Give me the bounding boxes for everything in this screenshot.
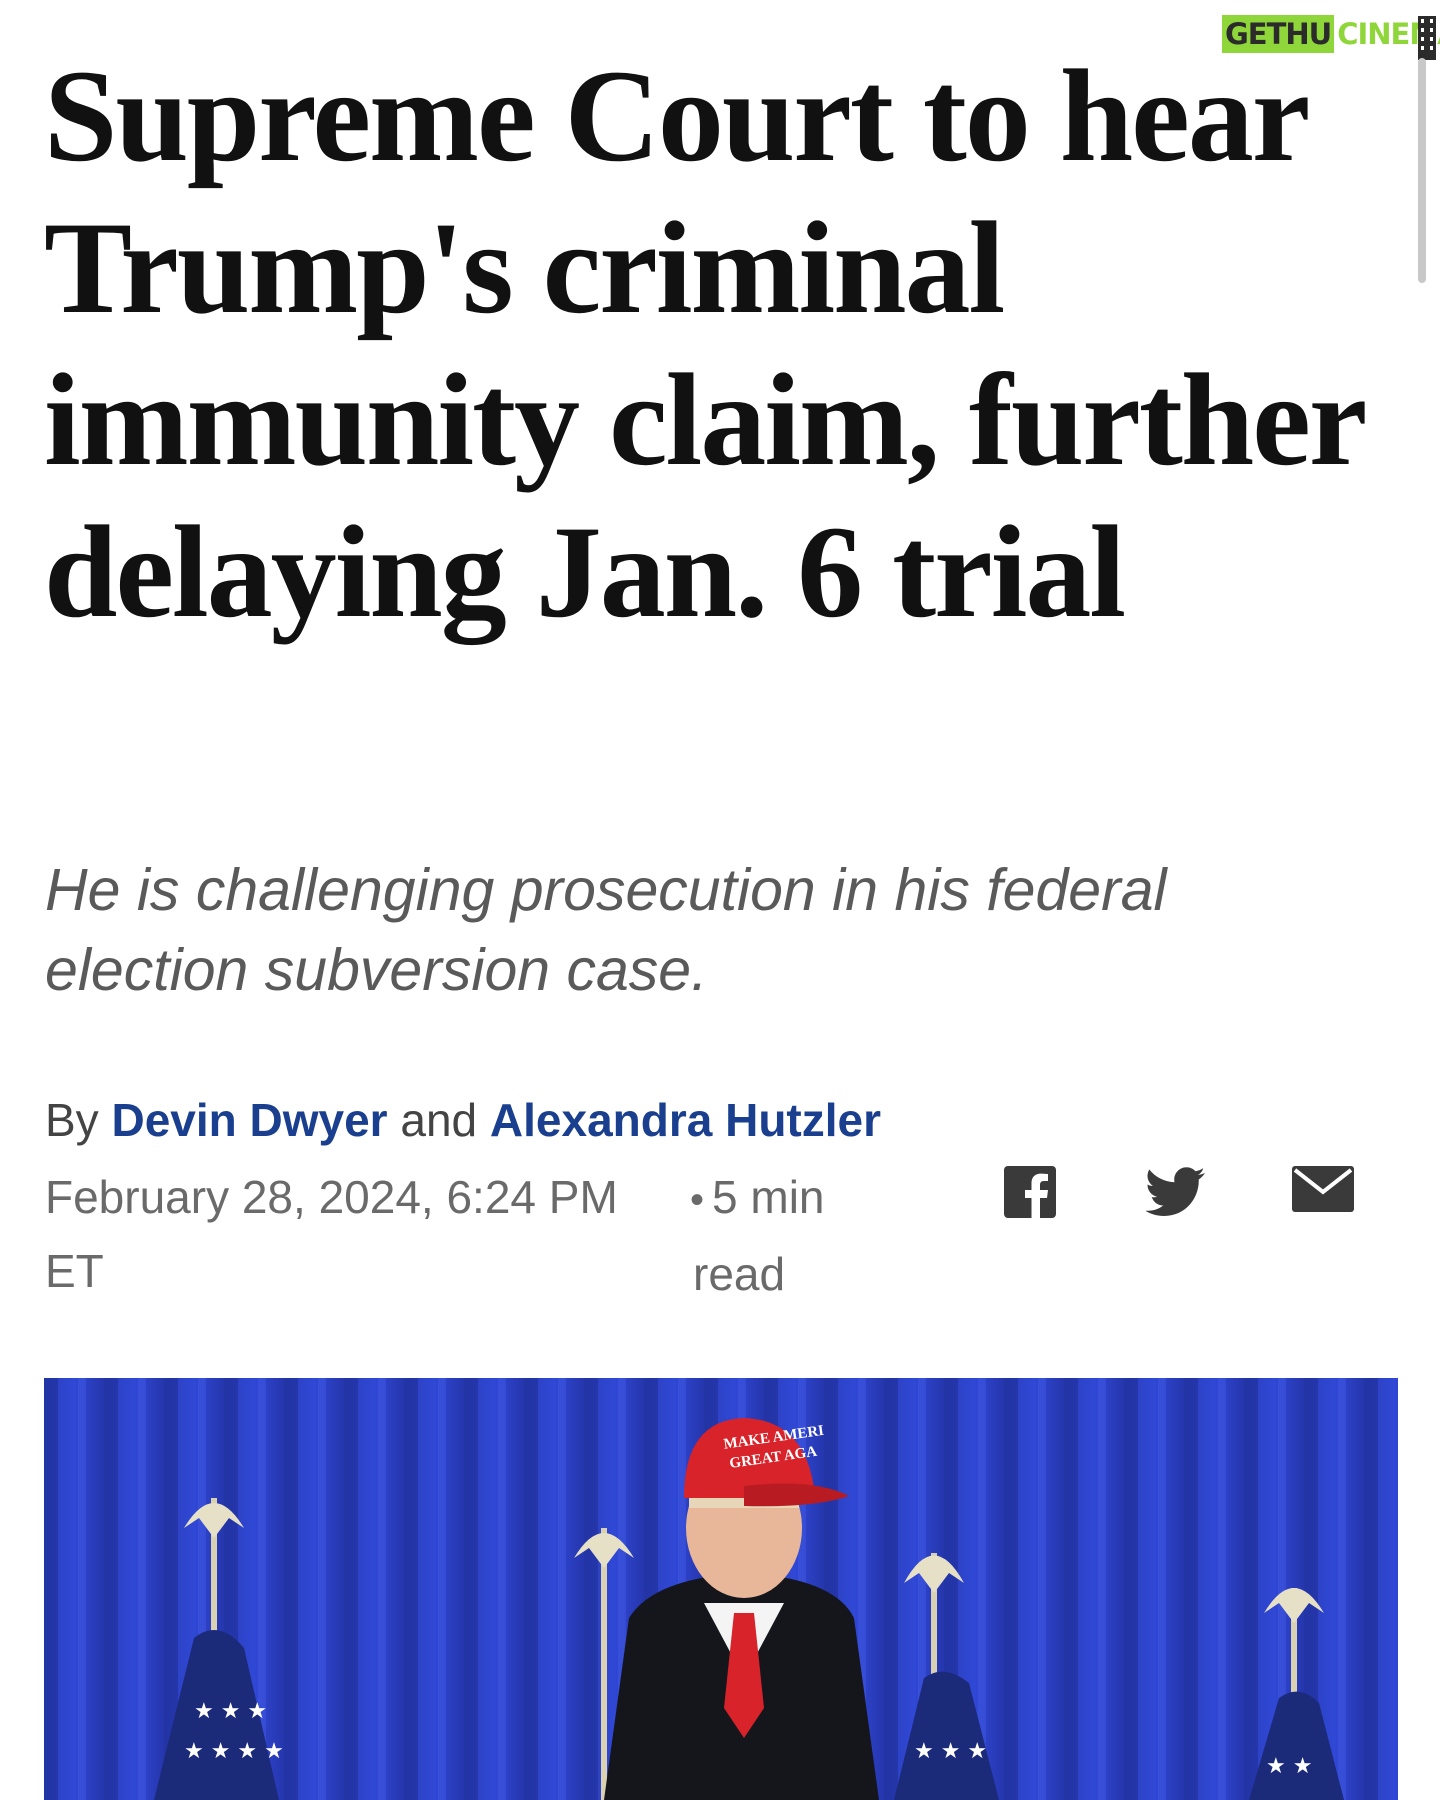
scrollbar-thumb[interactable] xyxy=(1418,58,1426,283)
svg-text:★ ★ ★: ★ ★ ★ xyxy=(194,1699,267,1724)
read-time-unit: read xyxy=(693,1248,786,1300)
share-twitter-button[interactable] xyxy=(1146,1166,1206,1224)
author-link-devin-dwyer[interactable]: Devin Dwyer xyxy=(111,1094,387,1146)
meta-separator: • xyxy=(690,1178,705,1222)
article-headline: Supreme Court to hear Trump's criminal i… xyxy=(44,42,1365,645)
article-photo[interactable]: ★ ★ ★ ★ ★ ★ ★ ★ ★ ★ ★ ★ MAKE AMERI GREAT… xyxy=(44,1378,1398,1800)
facebook-icon xyxy=(1004,1166,1056,1218)
read-time-value: 5 min xyxy=(712,1171,825,1223)
byline-conjunction: and xyxy=(400,1094,478,1146)
publish-date: February 28, 2024, 6:24 PM ET xyxy=(45,1171,618,1297)
film-strip-icon xyxy=(1418,16,1436,60)
byline: By Devin Dwyer and Alexandra Hutzler xyxy=(45,1088,881,1152)
photo-scene: ★ ★ ★ ★ ★ ★ ★ ★ ★ ★ ★ ★ MAKE AMERI GREAT… xyxy=(44,1378,1398,1800)
share-facebook-button[interactable] xyxy=(1004,1166,1056,1224)
email-icon xyxy=(1292,1166,1354,1212)
share-email-button[interactable] xyxy=(1292,1166,1354,1224)
svg-text:★ ★: ★ ★ xyxy=(1266,1754,1312,1779)
twitter-icon xyxy=(1146,1167,1205,1216)
svg-text:★ ★ ★: ★ ★ ★ xyxy=(914,1739,987,1764)
article-dek: He is challenging prosecution in his fed… xyxy=(45,857,1167,1003)
author-link-alexandra-hutzler[interactable]: Alexandra Hutzler xyxy=(490,1094,881,1146)
read-time: • 5 min read xyxy=(690,1160,890,1311)
byline-prefix: By xyxy=(45,1094,99,1146)
svg-text:★ ★ ★ ★: ★ ★ ★ ★ xyxy=(184,1739,284,1764)
